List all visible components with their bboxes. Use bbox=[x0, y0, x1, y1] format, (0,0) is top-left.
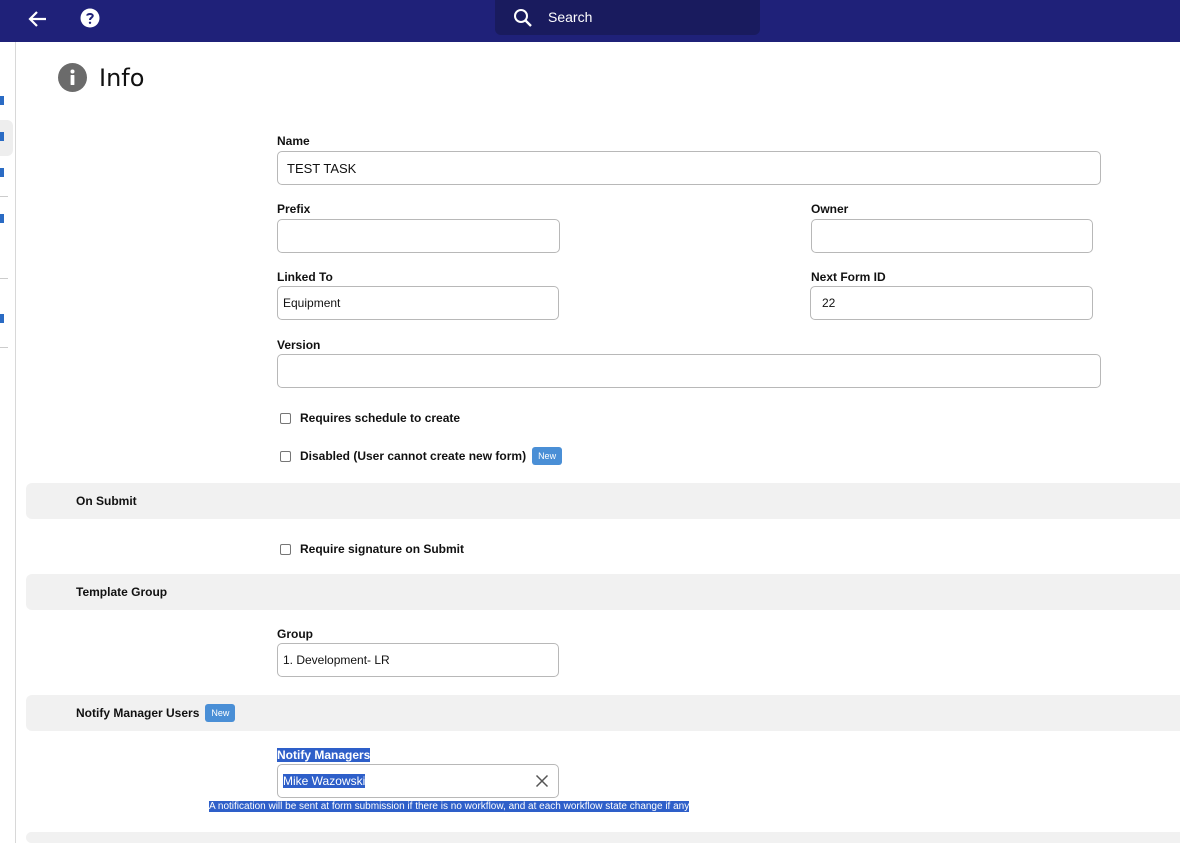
notify-managers-select[interactable]: Mike Wazowski bbox=[277, 764, 559, 798]
page-title: Info bbox=[99, 63, 145, 92]
name-value: TEST TASK bbox=[287, 160, 357, 176]
notify-manager-users-section: Notify Manager Users New bbox=[26, 695, 1180, 731]
sidebar-item[interactable]: █ bbox=[0, 168, 4, 177]
next-form-id-value: 22 bbox=[822, 296, 836, 310]
prefix-label: Prefix bbox=[277, 202, 311, 216]
sidebar-item[interactable]: █ bbox=[0, 314, 4, 323]
linked-to-select[interactable]: Equipment bbox=[277, 286, 559, 320]
template-group-title: Template Group bbox=[76, 585, 168, 599]
name-label: Name bbox=[277, 134, 310, 148]
disabled-row[interactable]: Disabled (User cannot create new form) N… bbox=[280, 447, 563, 465]
sidebar-divider bbox=[0, 347, 8, 348]
version-label: Version bbox=[277, 338, 321, 352]
top-bar: Search bbox=[0, 0, 1180, 42]
back-button[interactable] bbox=[24, 5, 52, 33]
sidebar-divider bbox=[0, 196, 8, 197]
next-form-id-field[interactable]: 22 bbox=[810, 286, 1093, 320]
help-button[interactable] bbox=[78, 6, 102, 30]
search-bar[interactable]: Search bbox=[495, 0, 760, 35]
selected-manager-chip: Mike Wazowski bbox=[283, 774, 366, 788]
disabled-label: Disabled (User cannot create new form) bbox=[300, 449, 527, 463]
on-submit-title: On Submit bbox=[76, 494, 137, 508]
search-icon bbox=[514, 9, 532, 27]
sidebar-item[interactable]: █ bbox=[0, 132, 4, 141]
new-badge: New bbox=[205, 704, 236, 722]
sidebar-divider bbox=[0, 278, 8, 279]
prefix-field[interactable] bbox=[277, 219, 560, 253]
info-icon bbox=[58, 63, 87, 92]
notify-manager-users-title: Notify Manager Users bbox=[76, 706, 200, 720]
sidebar-item[interactable]: █ bbox=[0, 214, 4, 223]
disabled-checkbox[interactable] bbox=[280, 450, 291, 462]
page-header: Info bbox=[58, 63, 144, 92]
close-icon[interactable] bbox=[534, 773, 550, 789]
notify-hint: A notification will be sent at form subm… bbox=[209, 801, 690, 812]
template-group-section: Template Group bbox=[26, 574, 1180, 610]
sidebar-item[interactable]: █ bbox=[0, 96, 4, 105]
version-field[interactable] bbox=[277, 354, 1101, 388]
owner-field[interactable] bbox=[811, 219, 1093, 253]
requires-schedule-checkbox[interactable] bbox=[280, 412, 291, 424]
new-badge: New bbox=[532, 447, 563, 465]
next-form-id-label: Next Form ID bbox=[811, 270, 886, 284]
help-icon bbox=[80, 8, 100, 28]
group-value: 1. Development- LR bbox=[283, 653, 390, 667]
require-signature-checkbox[interactable] bbox=[280, 543, 291, 555]
notify-managers-label: Notify Managers bbox=[277, 748, 371, 762]
group-select[interactable]: 1. Development- LR bbox=[277, 643, 559, 677]
group-label: Group bbox=[277, 627, 313, 641]
require-signature-row[interactable]: Require signature on Submit bbox=[280, 542, 464, 556]
linked-to-value: Equipment bbox=[283, 296, 341, 310]
sidebar: █ █ █ █ █ bbox=[0, 42, 16, 843]
on-submit-section: On Submit bbox=[26, 483, 1180, 519]
name-field[interactable]: TEST TASK bbox=[277, 151, 1101, 185]
next-section bbox=[26, 832, 1180, 843]
search-input[interactable]: Search bbox=[548, 9, 592, 25]
require-signature-label: Require signature on Submit bbox=[300, 542, 465, 556]
requires-schedule-row[interactable]: Requires schedule to create bbox=[280, 411, 460, 425]
arrow-left-icon bbox=[28, 11, 46, 27]
linked-to-label: Linked To bbox=[277, 270, 333, 284]
requires-schedule-label: Requires schedule to create bbox=[300, 411, 461, 425]
owner-label: Owner bbox=[811, 202, 849, 216]
